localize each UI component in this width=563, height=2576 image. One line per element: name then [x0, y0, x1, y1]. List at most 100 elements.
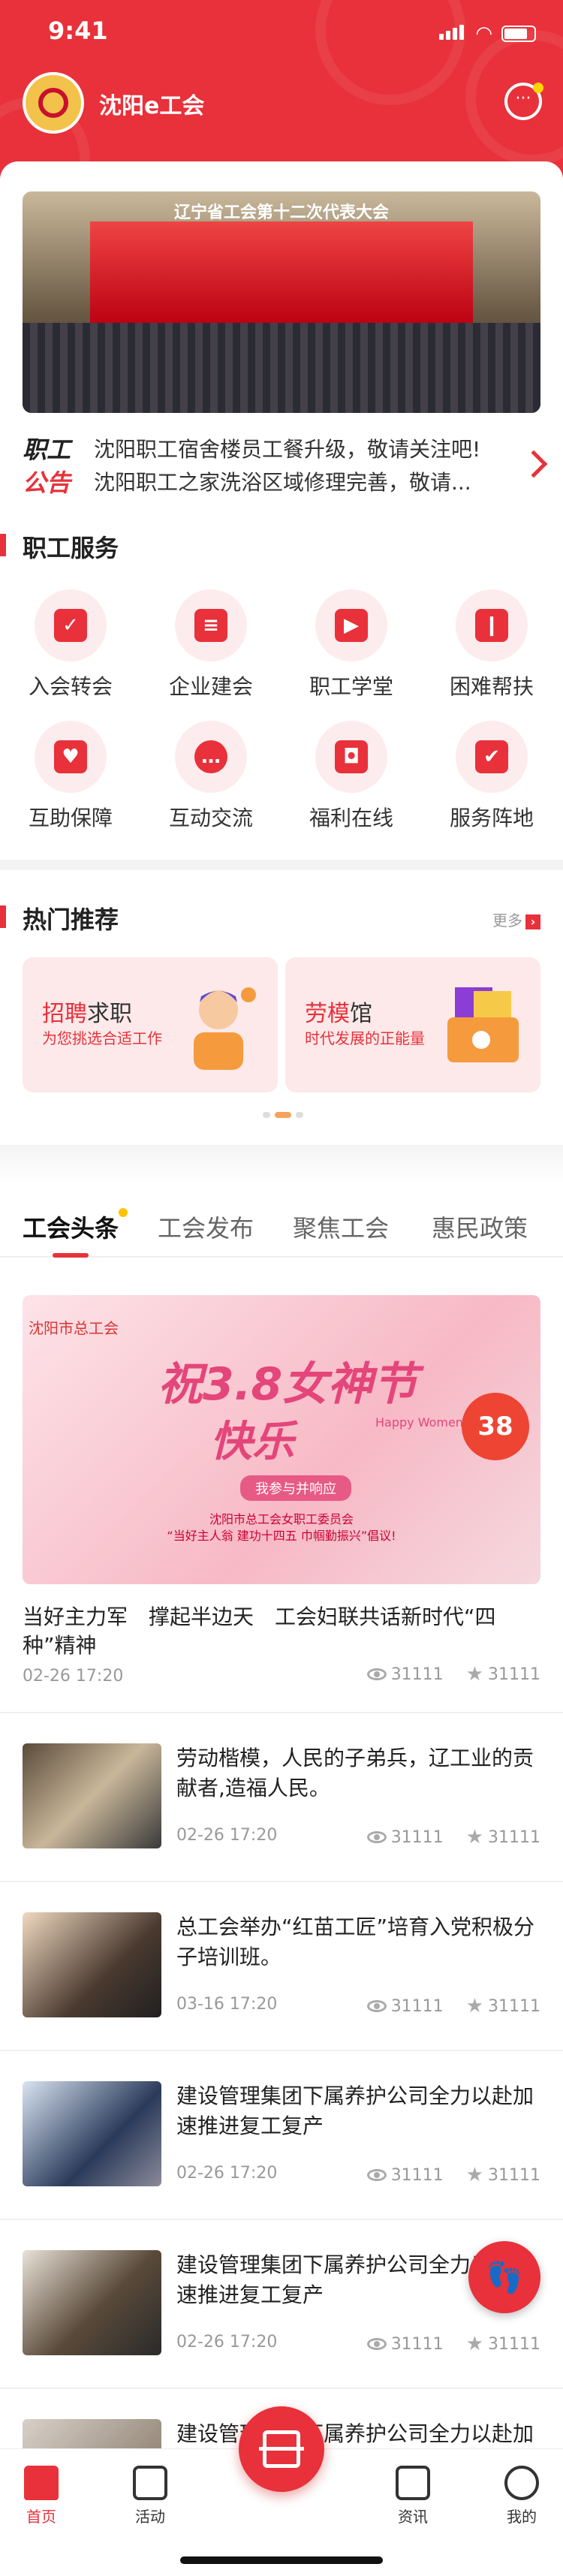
- tab-label: 惠民政策: [432, 1214, 528, 1243]
- news-item[interactable]: 总工会举办“红苗工匠”培育入党积极分子培训班。 03-16 17:20 3111…: [0, 1881, 563, 2050]
- eye-icon: [366, 2000, 387, 2012]
- service-label: 企业建会: [168, 674, 253, 699]
- news-item[interactable]: 建设管理集团下属养护公司全力以赴加速推进复工复产 02-26 17:20 311…: [0, 2050, 563, 2219]
- banner-carousel[interactable]: 辽宁省工会第十二次代表大会: [23, 191, 540, 413]
- notice-bar[interactable]: 职工 公告 沈阳职工宿舍楼员工餐升级，敬请关注吧! 沈阳职工之家洗浴区域修理完善…: [0, 424, 563, 507]
- views-count: 31111: [390, 2334, 444, 2354]
- service-item[interactable]: ✔ 服务阵地: [421, 721, 562, 832]
- recommend-card-jobs[interactable]: 招聘求职 为您挑选合适工作: [23, 957, 278, 1092]
- views-count: 31111: [390, 1996, 444, 2016]
- service-item[interactable]: ▶ 职工学堂: [281, 589, 422, 700]
- banner-stage-image: [90, 221, 473, 327]
- eye-icon: [366, 2169, 387, 2181]
- message-icon[interactable]: ···: [504, 83, 543, 120]
- service-item[interactable]: ≡ 企业建会: [140, 589, 282, 700]
- news-title: 建设管理集团下属养护公司全力以赴加速推进复工复产: [176, 2083, 534, 2138]
- news-title: 总工会举办“红苗工匠”培育入党积极分子培训班。: [176, 1915, 535, 1969]
- tab-badge: [119, 1208, 128, 1217]
- enterprise-icon: ≡: [175, 589, 247, 661]
- rec-subtitle: 时代发展的正能量: [305, 1029, 425, 1047]
- news-item[interactable]: 建设管理集团下属养护公司全力以赴加速推进复工复产 02-26 17:20 311…: [0, 2219, 563, 2388]
- more-label: 更多: [492, 911, 522, 929]
- feature-participate-button[interactable]: 我参与并响应: [240, 1475, 351, 1501]
- feature-card-image[interactable]: 沈阳市总工会 祝3.8女神节 快乐 Happy Women's Day 38 我…: [23, 1295, 540, 1584]
- job-seeker-illustration-icon: [194, 987, 256, 1070]
- news-thumbnail: [23, 1912, 161, 2017]
- wifi-icon: ◠: [475, 23, 492, 45]
- service-label: 职工学堂: [309, 674, 393, 699]
- status-time: 9:41: [48, 17, 108, 45]
- signal-icon: [439, 25, 466, 43]
- news-tabs: 工会头条 工会发布 聚焦工会 惠民政策: [0, 1205, 563, 1258]
- rec-title-rest: 馆: [350, 1001, 372, 1027]
- news-title: 劳动楷模，人民的子弟兵，辽工业的贡献者,造福人民。: [176, 1746, 534, 1800]
- membership-icon: ✓: [35, 589, 107, 661]
- news-item[interactable]: 劳动楷模，人民的子弟兵，辽工业的贡献者,造福人民。 02-26 17:20 31…: [0, 1712, 563, 1881]
- calendar-location-icon: ✔: [456, 721, 528, 793]
- section-divider: [0, 860, 563, 870]
- chat-icon: …: [175, 721, 247, 793]
- heart-shield-icon: ♥: [35, 721, 107, 793]
- tab-releases[interactable]: 工会发布: [158, 1210, 254, 1244]
- likes-count: 31111: [488, 2334, 540, 2354]
- notice-item[interactable]: 沈阳职工之家洗浴区域修理完善，敬请...: [94, 466, 510, 499]
- service-item[interactable]: ♥ 互助保障: [0, 721, 141, 832]
- service-item[interactable]: ✓ 入会转会: [0, 589, 141, 700]
- eye-icon: [366, 1831, 387, 1843]
- more-link[interactable]: 更多 ›: [492, 908, 540, 930]
- news-thumbnail: [23, 2250, 161, 2355]
- feature-stats: 31111 ★ 31111: [366, 1663, 540, 1686]
- tab-mine[interactable]: 我的: [484, 2466, 559, 2526]
- service-label: 服务阵地: [449, 806, 534, 830]
- likes-count: 31111: [488, 1996, 540, 2016]
- likes: ★ 31111: [466, 1663, 540, 1686]
- notice-item[interactable]: 沈阳职工宿舍楼员工餐升级，敬请关注吧!: [94, 433, 510, 466]
- star-icon: ★: [465, 1826, 483, 1848]
- feature-headline-2: 快乐: [210, 1418, 294, 1466]
- feature-date: 02-26 17:20: [23, 1667, 124, 1686]
- tab-home[interactable]: 首页: [4, 2466, 79, 2526]
- user-icon: [504, 2466, 539, 2500]
- news-date: 02-26 17:20: [176, 2333, 278, 2352]
- service-label: 互助保障: [28, 806, 113, 830]
- gift-bag-icon: ◘: [315, 721, 387, 793]
- feature-title[interactable]: 当好主力军 撑起半边天 工会妇联共话新时代“四种”精神: [23, 1603, 540, 1660]
- tab-activities[interactable]: 活动: [113, 2466, 188, 2526]
- scan-icon: [259, 2430, 304, 2468]
- notice-tag: 职工 公告: [23, 433, 71, 499]
- notice-tag-line2: 公告: [23, 469, 71, 497]
- news-stats: 31111 ★ 31111: [366, 1826, 540, 1848]
- rec-title: 劳模馆: [305, 995, 372, 1028]
- footprints-fab-button[interactable]: 👣: [468, 2241, 540, 2313]
- feature-line1: 沈阳市总工会女职工委员会: [209, 1512, 354, 1526]
- star-icon: ★: [465, 2333, 483, 2355]
- recommend-card-model-workers[interactable]: 劳模馆 时代发展的正能量: [285, 957, 540, 1092]
- tab-focus[interactable]: 聚焦工会: [293, 1210, 389, 1244]
- gift-icon: [133, 2466, 167, 2500]
- tab-news[interactable]: 资讯: [375, 2466, 450, 2526]
- news-stats: 31111 ★ 31111: [366, 1995, 540, 2017]
- service-item[interactable]: … 互动交流: [140, 721, 282, 832]
- star-icon: ★: [465, 1663, 483, 1686]
- chevron-right-icon[interactable]: [519, 450, 548, 478]
- notice-tag-line1: 职工: [23, 435, 71, 464]
- news-thumbnail: [23, 1743, 161, 1848]
- service-label: 入会转会: [28, 674, 113, 699]
- news-stats: 31111 ★ 31111: [366, 2164, 540, 2186]
- scan-button[interactable]: [239, 2406, 324, 2492]
- app-title: 沈阳e工会: [99, 93, 205, 119]
- service-item[interactable]: ❙ 困难帮扶: [421, 589, 562, 700]
- tab-mine-label: 我的: [507, 2508, 537, 2526]
- likes-count: 31111: [488, 1827, 540, 1847]
- feature-line2: “当好主人翁 建功十四五 巾帼勤振兴”倡议!: [167, 1529, 396, 1543]
- recommend-title: 热门推荐: [0, 901, 119, 935]
- news-thumbnail: [23, 2081, 161, 2186]
- service-item[interactable]: ◘ 福利在线: [281, 721, 422, 832]
- home-indicator: [180, 2556, 383, 2564]
- news-date: 03-16 17:20: [176, 1995, 278, 2014]
- views-count: 31111: [390, 2165, 444, 2185]
- tab-policies[interactable]: 惠民政策: [432, 1210, 528, 1244]
- tab-headlines[interactable]: 工会头条: [23, 1208, 128, 1258]
- star-icon: ★: [465, 1995, 483, 2017]
- app-bar: 沈阳e工会 ···: [0, 69, 563, 137]
